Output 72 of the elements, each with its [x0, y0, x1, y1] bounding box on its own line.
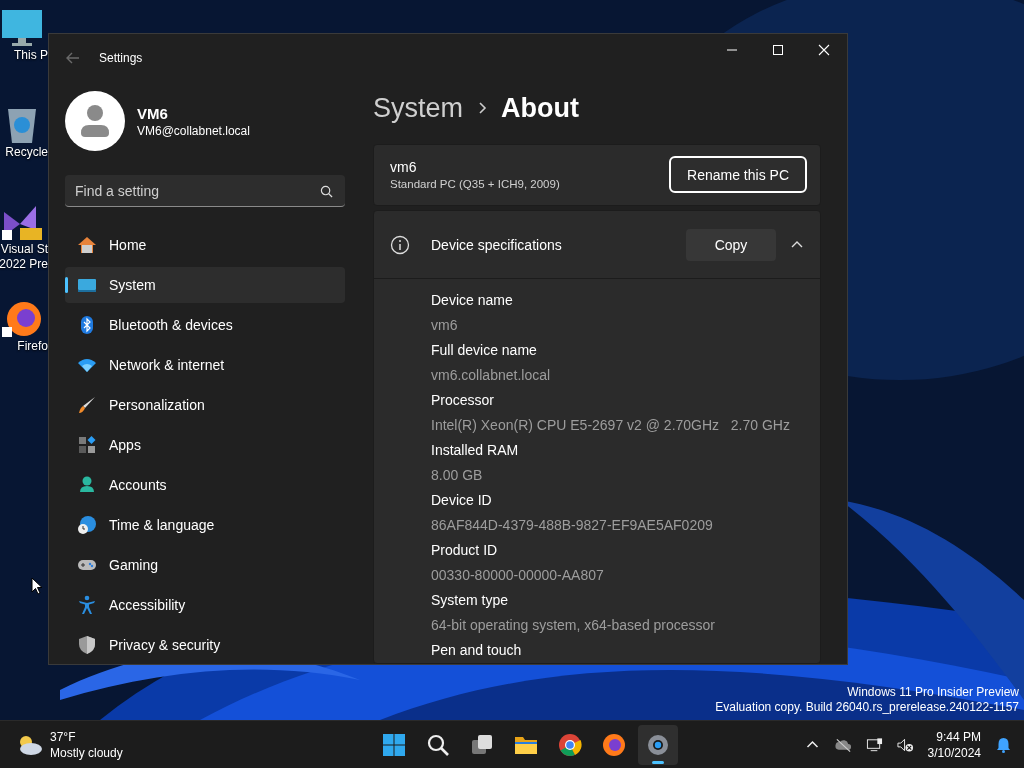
nav-item[interactable]: Accessibility	[65, 587, 345, 623]
evaluation-notice: Evaluation copy. Build 26040.rs_prerelease.240122-1157	[715, 700, 1019, 715]
cursor-icon	[31, 577, 43, 595]
chevron-up-icon[interactable]	[790, 239, 804, 250]
nav-item[interactable]: Gaming	[65, 547, 345, 583]
spec-value: vm6.collabnet.local	[431, 366, 552, 385]
account-name: VM6	[137, 104, 169, 122]
spec-value: 00330-80000-00000-AA807	[431, 566, 605, 585]
breadcrumb-parent[interactable]: System	[373, 92, 464, 124]
nav-item[interactable]: System	[65, 267, 345, 303]
network-icon[interactable]	[865, 736, 883, 753]
desktop-icon-label: Recycle	[5, 145, 48, 160]
search-icon[interactable]	[320, 185, 333, 198]
speaker-muted-icon[interactable]	[896, 736, 914, 753]
avatar-icon[interactable]	[65, 91, 125, 151]
nav-item[interactable]: Home	[65, 227, 345, 263]
nav-item[interactable]: Network & internet	[65, 347, 345, 383]
spec-value: 64-bit operating system, x64-based processor	[431, 616, 717, 635]
spec-value: Intel(R) Xeon(R) CPU E5-2697 v2 @ 2.70GHz 2.70 GHz	[431, 416, 791, 435]
spec-value: vm6	[431, 316, 459, 335]
pc-name: vm6	[390, 159, 418, 176]
desktop-icon-label: This P	[14, 48, 48, 63]
rename-button[interactable]: Rename this PC	[669, 156, 807, 194]
evaluation-notice: Windows 11 Pro Insider Preview	[847, 685, 1019, 700]
search-field[interactable]: Find a setting	[65, 175, 345, 207]
nav-item[interactable]: Apps	[65, 427, 345, 463]
spec-label: Device ID	[431, 491, 493, 510]
apps-icon	[77, 435, 97, 455]
spec-label: Product ID	[431, 541, 499, 560]
clock-time[interactable]: 9:44 PM	[936, 728, 981, 745]
window-title: Settings	[99, 51, 143, 65]
brush-icon	[77, 395, 97, 415]
task-view-icon	[470, 732, 494, 757]
privacy-icon	[77, 635, 97, 655]
cloud-icon[interactable]	[834, 736, 852, 753]
spec-label: System type	[431, 591, 510, 610]
windows-logo-icon	[382, 732, 406, 757]
spec-label: Processor	[431, 391, 496, 410]
monitor-icon[interactable]	[0, 8, 44, 48]
spec-value: 86AF844D-4379-488B-9827-EF9AE5AF0209	[431, 516, 714, 535]
spec-label: Full device name	[431, 341, 538, 360]
desktop-icon-label: Firefo	[17, 339, 48, 354]
info-icon	[390, 234, 410, 255]
bell-icon[interactable]	[995, 736, 1012, 753]
weather-condition: Mostly cloudy	[50, 744, 123, 761]
nav-item[interactable]: Personalization	[65, 387, 345, 423]
desktop-icon-label: Visual St	[0, 242, 48, 257]
chrome-icon	[558, 732, 582, 757]
section-title: Device specifications	[431, 236, 562, 253]
desktop-icon-label: 2022 Pre	[0, 257, 48, 272]
account-email: VM6@collabnet.local	[137, 123, 250, 138]
accessibility-icon	[77, 595, 97, 615]
taskbar-app[interactable]	[638, 724, 678, 765]
pc-model: Standard PC (Q35 + ICH9, 2009)	[390, 178, 561, 191]
settings-icon	[646, 732, 670, 757]
home-icon	[77, 235, 97, 255]
nav-item[interactable]: Accounts	[65, 467, 345, 503]
nav-item[interactable]: Privacy & security	[65, 627, 345, 663]
temperature: 37°F	[50, 728, 77, 745]
page-title: About	[501, 92, 579, 124]
spec-label: Device name	[431, 291, 514, 310]
spec-value: 8.00 GB	[431, 466, 484, 485]
back-arrow-icon[interactable]	[65, 50, 81, 66]
spec-label: Pen and touch	[431, 641, 523, 660]
accounts-icon	[77, 475, 97, 495]
time-icon	[77, 515, 97, 535]
spec-label: Installed RAM	[431, 441, 520, 460]
search-icon	[426, 732, 450, 757]
nav-item[interactable]: Bluetooth & devices	[65, 307, 345, 343]
clock-date[interactable]: 3/10/2024	[927, 744, 981, 761]
copy-button[interactable]: Copy	[686, 228, 776, 261]
nav-item[interactable]: Time & language	[65, 507, 345, 543]
